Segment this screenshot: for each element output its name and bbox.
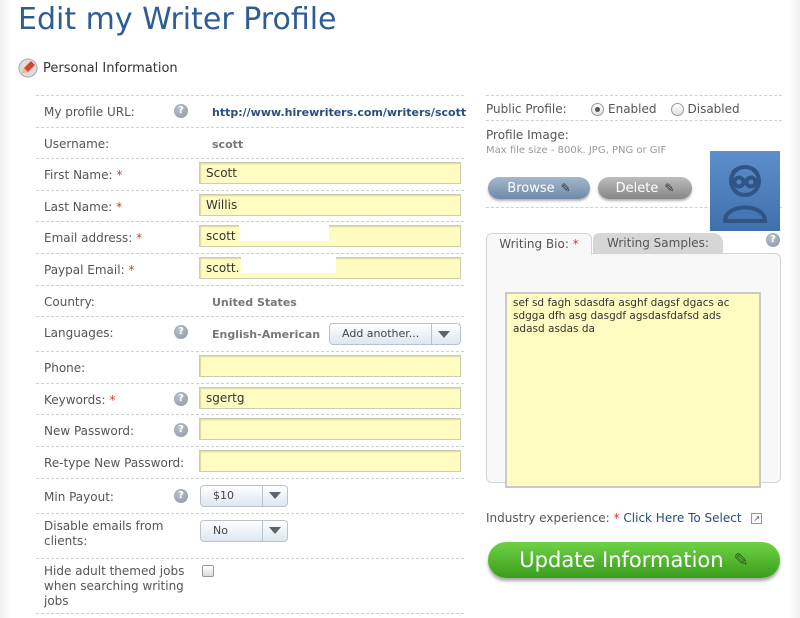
radio-disabled-label: Disabled: [687, 102, 740, 116]
label-languages: Languages:: [44, 326, 114, 341]
row-keywords: Keywords: * ?: [36, 384, 464, 416]
tab-writing-samples[interactable]: Writing Samples:: [593, 233, 723, 253]
label-retype-password: Re-type New Password:: [44, 455, 185, 470]
required-marker: *: [116, 168, 123, 183]
page-title: Edit my Writer Profile: [18, 2, 337, 37]
add-language-dropdown[interactable]: Add another...: [329, 323, 461, 346]
redaction: [241, 256, 336, 273]
industry-experience: Industry experience: * Click Here To Sel…: [486, 511, 763, 525]
row-first-name: First Name: *: [36, 159, 464, 191]
tab-writing-bio[interactable]: Writing Bio: *: [486, 233, 592, 255]
chevron-down-icon: [263, 486, 287, 506]
section-title: Personal Information: [43, 60, 178, 76]
help-icon[interactable]: ?: [174, 391, 188, 406]
profile-url-link[interactable]: http://www.hirewriters.com/writers/scott: [212, 106, 466, 119]
help-icon[interactable]: ?: [174, 423, 188, 438]
label-last-name: Last Name: *: [44, 199, 123, 214]
row-languages: Languages: ? English-American Add anothe…: [36, 317, 464, 353]
chevron-down-icon: [263, 521, 287, 541]
avatar: [710, 151, 780, 231]
pencil-icon: ✎: [560, 181, 571, 195]
label-phone: Phone:: [44, 361, 86, 376]
language-value: English-American: [212, 328, 321, 342]
phone-input[interactable]: [199, 355, 461, 378]
label-email: Email address: *: [44, 231, 143, 246]
update-information-button[interactable]: Update Information ✎: [488, 542, 780, 578]
section-header: Personal Information: [18, 58, 178, 78]
tab-panel: sef sd fagh sdasdfa asghf dagsf dgacs ac…: [486, 253, 781, 488]
hide-adult-checkbox[interactable]: [202, 564, 214, 577]
personal-info-form: My profile URL: ? http://www.hirewriters…: [36, 95, 466, 614]
radio-enabled[interactable]: [591, 102, 604, 116]
country-value: United States: [212, 295, 297, 309]
public-profile-row: Public Profile: Enabled Disabled: [486, 95, 782, 120]
label-disable-emails: Disable emails from clients:: [44, 518, 164, 548]
last-name-input[interactable]: [199, 193, 461, 216]
page-edge-left: [0, 0, 12, 618]
label-paypal: Paypal Email: *: [44, 262, 135, 277]
label-industry: Industry experience:: [486, 511, 610, 525]
help-icon[interactable]: ?: [174, 488, 188, 503]
disable-emails-select[interactable]: No: [200, 519, 288, 542]
row-disable-emails: Disable emails from clients: No: [36, 514, 464, 559]
row-new-password: New Password: ?: [36, 415, 464, 447]
required-marker: *: [109, 392, 116, 407]
required-marker: *: [613, 511, 620, 525]
label-new-password: New Password:: [44, 424, 135, 439]
disable-emails-value: No: [201, 520, 264, 541]
help-icon[interactable]: ?: [174, 104, 188, 118]
first-name-input[interactable]: [199, 162, 461, 185]
row-min-payout: Min Payout: ? $10: [36, 479, 464, 514]
row-paypal: Paypal Email: *: [36, 254, 464, 286]
delete-button[interactable]: Delete ✎: [598, 177, 692, 199]
profile-image-hint: Max file size - 800k. JPG, PNG or GIF: [486, 145, 667, 156]
retype-password-input[interactable]: [199, 449, 461, 472]
page-edge-right: [788, 0, 800, 618]
label-min-payout: Min Payout:: [44, 489, 114, 504]
label-keywords: Keywords: *: [44, 392, 116, 407]
profile-side-panel: Public Profile: Enabled Disabled Profile…: [486, 95, 782, 231]
radio-enabled-label: Enabled: [608, 102, 657, 116]
pencil-badge-icon: [18, 58, 38, 78]
bio-tabs: Writing Bio: * Writing Samples: sef sd f…: [486, 233, 781, 488]
pencil-icon: ✎: [664, 181, 675, 195]
redaction: [239, 225, 329, 242]
user-avatar-icon: [722, 165, 768, 223]
row-email: Email address: *: [36, 222, 464, 254]
label-country: Country:: [44, 294, 95, 309]
row-last-name: Last Name: *: [36, 191, 464, 223]
label-first-name: First Name: *: [44, 168, 123, 183]
label-public-profile: Public Profile:: [486, 102, 567, 116]
required-marker: *: [136, 231, 143, 246]
required-marker: *: [128, 262, 135, 277]
new-password-input[interactable]: [199, 418, 461, 441]
username-value: scott: [212, 137, 244, 151]
radio-disabled[interactable]: [670, 102, 684, 116]
label-profile-image: Profile Image:: [486, 128, 569, 142]
industry-select-link[interactable]: Click Here To Select: [623, 511, 741, 525]
row-profile-url: My profile URL: ? http://www.hirewriters…: [36, 95, 466, 128]
writing-bio-textarea[interactable]: sef sd fagh sdasdfa asghf dagsf dgacs ac…: [505, 292, 761, 488]
pencil-icon: ✎: [733, 549, 749, 571]
label-hide-adult: Hide adult themed jobs when searching wr…: [44, 563, 185, 608]
add-language-label: Add another...: [330, 324, 433, 345]
row-retype-password: Re-type New Password:: [36, 447, 464, 479]
min-payout-value: $10: [201, 485, 264, 506]
row-hide-adult: Hide adult themed jobs when searching wr…: [36, 559, 464, 614]
help-icon[interactable]: ?: [174, 325, 188, 340]
keywords-input[interactable]: [199, 386, 461, 409]
label-profile-url: My profile URL:: [44, 105, 135, 119]
row-username: Username: scott: [36, 128, 464, 160]
profile-image-row: Profile Image: Max file size - 800k. JPG…: [486, 120, 782, 231]
label-username: Username:: [44, 136, 110, 151]
chevron-down-icon: [432, 324, 456, 344]
browse-button[interactable]: Browse ✎: [488, 177, 590, 199]
external-link-icon[interactable]: ↗: [751, 513, 763, 524]
min-payout-select[interactable]: $10: [200, 484, 288, 507]
required-marker: *: [116, 199, 123, 214]
row-country: Country: United States: [36, 286, 464, 318]
row-phone: Phone:: [36, 352, 464, 384]
